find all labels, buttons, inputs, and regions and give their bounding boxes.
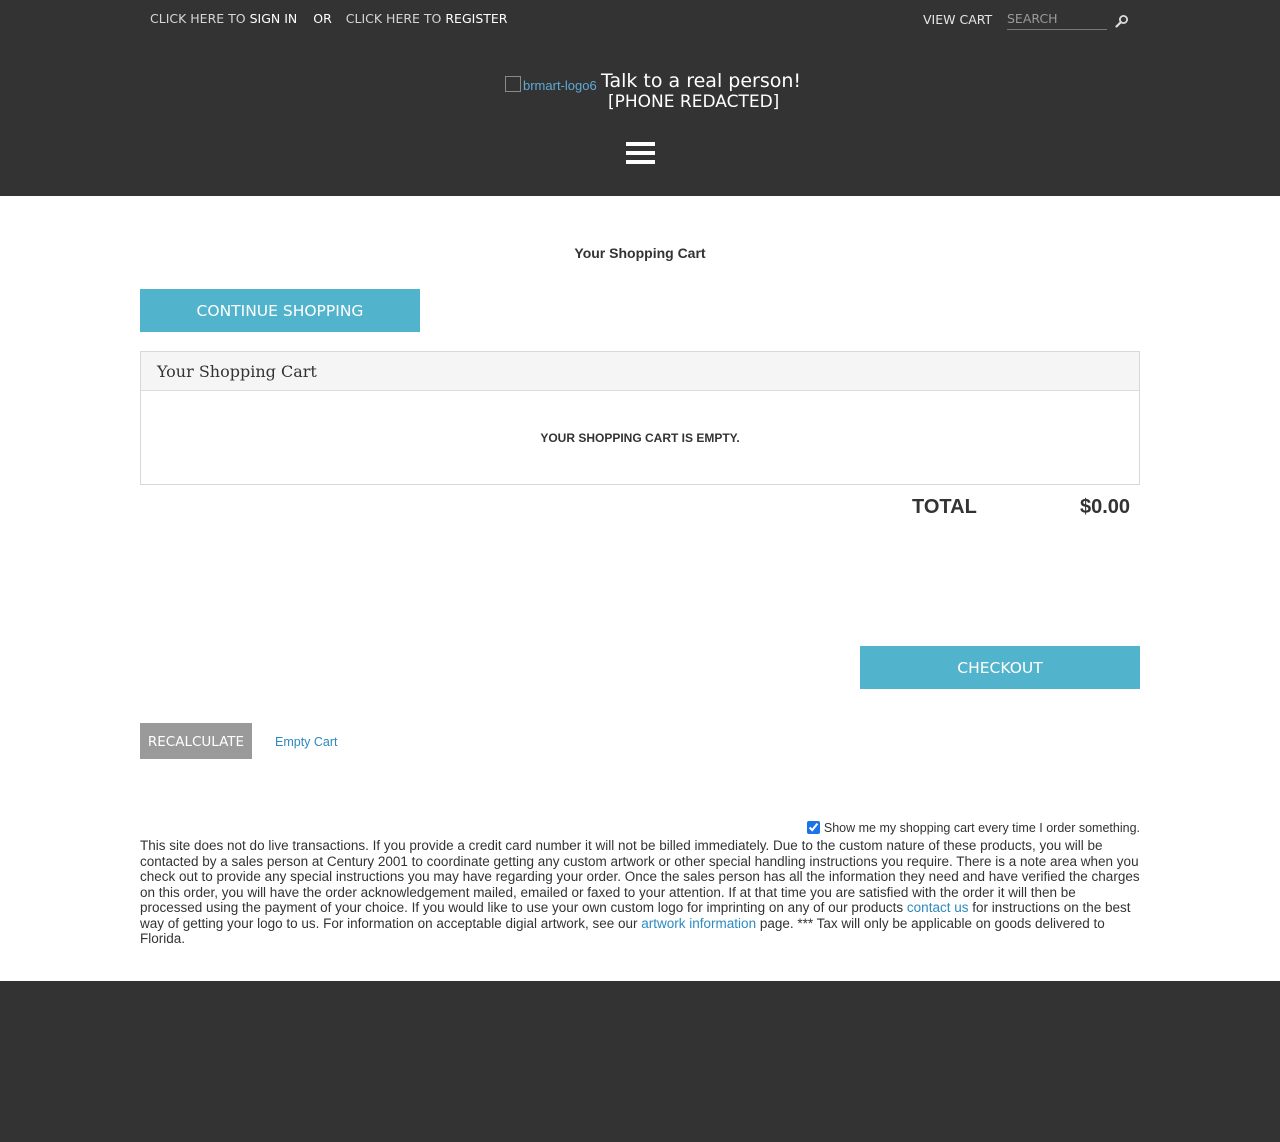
menu-bar bbox=[626, 151, 655, 155]
site-header: CLICK HERE TO SIGN IN OR CLICK HERE TO R… bbox=[0, 0, 1280, 196]
menu-bar bbox=[626, 142, 655, 146]
checkout-button[interactable]: CHECKOUT bbox=[860, 646, 1140, 689]
show-cart-label: Show me my shopping cart every time I or… bbox=[823, 821, 1140, 835]
logo-alt-text: brmart-logo6 bbox=[523, 78, 597, 93]
continue-shopping-button[interactable]: CONTINUE SHOPPING bbox=[140, 289, 420, 332]
contact-us-link[interactable]: contact us bbox=[907, 900, 969, 915]
menu-bar bbox=[626, 160, 655, 164]
register-label: REGISTER bbox=[445, 11, 508, 26]
site-footer bbox=[0, 981, 1280, 1142]
site-logo[interactable]: brmart-logo6 bbox=[505, 76, 597, 93]
view-cart-link[interactable]: VIEW CART bbox=[923, 12, 992, 27]
sign-in-prefix: CLICK HERE TO bbox=[150, 11, 250, 26]
cart-panel-title: Your Shopping Cart bbox=[157, 362, 317, 381]
show-cart-option[interactable]: Show me my shopping cart every time I or… bbox=[806, 821, 1140, 835]
page-title: Your Shopping Cart bbox=[574, 245, 706, 261]
sign-in-link[interactable]: CLICK HERE TO SIGN IN bbox=[150, 11, 301, 26]
sign-in-label: SIGN IN bbox=[249, 11, 298, 26]
empty-cart-message: YOUR SHOPPING CART IS EMPTY. bbox=[540, 431, 740, 445]
cart-panel-header: Your Shopping Cart bbox=[141, 352, 1139, 391]
empty-cart-link[interactable]: Empty Cart bbox=[275, 735, 338, 749]
broken-image-icon bbox=[505, 76, 521, 92]
recalculate-button[interactable]: RECALCULATE bbox=[140, 723, 252, 759]
search-icon[interactable] bbox=[1115, 14, 1129, 28]
register-link[interactable]: CLICK HERE TO REGISTER bbox=[346, 11, 508, 26]
show-cart-checkbox[interactable] bbox=[806, 821, 820, 834]
or-separator: OR bbox=[313, 11, 332, 26]
cart-panel: Your Shopping Cart YOUR SHOPPING CART IS… bbox=[140, 351, 1140, 485]
total-label: TOTAL bbox=[912, 496, 977, 518]
phone-number: [PHONE REDACTED] bbox=[608, 92, 780, 112]
search-field bbox=[1007, 8, 1107, 30]
search-input[interactable] bbox=[1007, 8, 1107, 28]
menu-icon[interactable] bbox=[626, 142, 655, 166]
tagline: Talk to a real person! bbox=[601, 70, 802, 92]
disclaimer-text: This site does not do live transactions.… bbox=[140, 838, 1140, 947]
total-value: $0.00 bbox=[1080, 496, 1131, 518]
artwork-information-link[interactable]: artwork information bbox=[641, 916, 756, 931]
register-prefix: CLICK HERE TO bbox=[345, 11, 446, 26]
account-links: CLICK HERE TO SIGN IN OR CLICK HERE TO R… bbox=[150, 11, 507, 26]
